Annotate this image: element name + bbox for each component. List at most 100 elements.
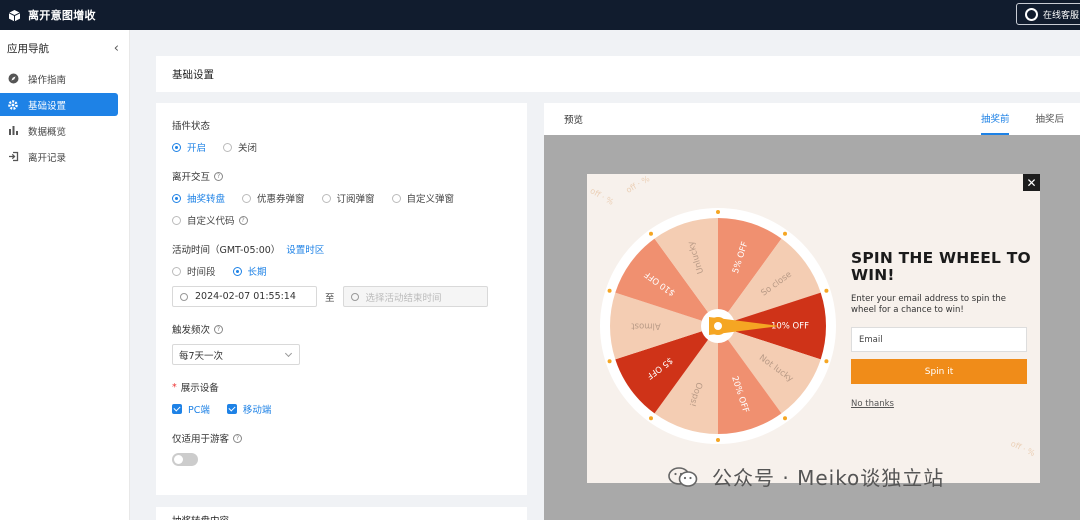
support-label: 在线客服 — [1043, 10, 1080, 21]
sidebar-item-data-overview[interactable]: 数据概览 — [0, 119, 118, 142]
start-date-input[interactable]: 2024-02-07 01:55:14 — [172, 286, 317, 307]
wheel-dot — [824, 359, 829, 364]
required-asterisk: * — [172, 381, 177, 393]
trigger-frequency-text: 触发频次 — [172, 325, 211, 336]
radio-icon — [223, 142, 233, 152]
start-date-value: 2024-02-07 01:55:14 — [195, 291, 296, 302]
option-label: 长期 — [247, 267, 267, 278]
gear-icon — [7, 99, 19, 111]
preview-label: 预览 — [564, 115, 584, 126]
next-section-title: 抽奖转盘内容 — [156, 507, 527, 520]
option-label: 移动端 — [242, 405, 272, 416]
guest-only-group: 仅适用于游客? — [172, 431, 511, 466]
tab-after-draw[interactable]: 抽奖后 — [1035, 103, 1064, 135]
wheel-dot — [824, 288, 829, 293]
email-input[interactable]: Email — [851, 327, 1027, 352]
option-label: 订阅弹窗 — [336, 194, 375, 205]
option-label: 开启 — [187, 143, 207, 154]
sidebar-item-guide[interactable]: 操作指南 — [0, 67, 118, 90]
no-thanks-link[interactable]: No thanks — [851, 399, 894, 409]
radio-icon — [391, 193, 401, 203]
prize-wheel[interactable]: 5% OFFSo close10% OFFNot lucky20% OFFOop… — [598, 206, 838, 446]
settings-card: 插件状态 开启 关闭 离开交互? 抽奖转盘 优惠券弹窗 订阅弹窗 自定义弹窗 自… — [156, 103, 527, 495]
radio-lucky-wheel[interactable]: 抽奖转盘 — [172, 191, 225, 205]
guest-only-toggle[interactable] — [172, 453, 198, 466]
wheel-dot — [783, 416, 788, 421]
option-label: 自定义代码 — [187, 216, 235, 227]
option-label: 自定义弹窗 — [406, 194, 455, 205]
radio-coupon-popup[interactable]: 优惠券弹窗 — [242, 191, 305, 205]
clock-icon — [180, 292, 188, 301]
sidebar-item-label: 操作指南 — [28, 74, 67, 86]
sidebar-item-label: 基础设置 — [28, 100, 67, 112]
radio-long-term[interactable]: 长期 — [232, 264, 267, 278]
page-title: 基础设置 — [156, 56, 1080, 92]
exit-interaction-text: 离开交互 — [172, 172, 211, 183]
online-support-button[interactable]: 在线客服 — [1016, 3, 1080, 25]
option-label: 优惠券弹窗 — [257, 194, 305, 205]
radio-plugin-off[interactable]: 关闭 — [223, 140, 257, 154]
radio-selected-icon — [232, 266, 242, 276]
help-icon[interactable]: ? — [238, 215, 248, 225]
radio-icon — [242, 193, 252, 203]
radio-plugin-on[interactable]: 开启 — [172, 140, 206, 154]
preview-card: 预览 抽奖前 抽奖后 off · % off · % off · % ✕ 5% … — [544, 103, 1080, 520]
wheel-dot — [607, 359, 612, 364]
end-date-input[interactable]: 选择活动结束时间 — [342, 286, 488, 307]
preview-tabs: 抽奖前 抽奖后 — [955, 103, 1064, 135]
checkbox-pc[interactable]: PC端 — [172, 402, 210, 416]
tab-before-draw[interactable]: 抽奖前 — [980, 103, 1010, 135]
close-icon[interactable]: ✕ — [1023, 174, 1040, 191]
radio-custom-code[interactable]: 自定义代码? — [172, 213, 248, 227]
radio-custom-popup[interactable]: 自定义弹窗 — [391, 191, 455, 205]
compass-icon — [7, 73, 19, 85]
plugin-status-label: 插件状态 — [172, 121, 211, 132]
wheel-dot — [783, 231, 788, 236]
radio-subscribe-popup[interactable]: 订阅弹窗 — [321, 191, 375, 205]
radio-time-range[interactable]: 时间段 — [172, 264, 216, 278]
exit-interaction-label: 离开交互? — [172, 169, 511, 183]
top-bar: 离开意图增收 在线客服 — [0, 0, 1080, 30]
help-icon[interactable]: ? — [214, 171, 224, 181]
checkbox-checked-icon — [172, 404, 182, 414]
spin-button[interactable]: Spin it — [851, 359, 1027, 384]
wheel-dot — [607, 288, 612, 293]
activity-time-text: 活动时间（GMT-05:00） — [172, 245, 281, 256]
date-separator: 至 — [325, 292, 335, 304]
sidebar-header: 应用导航 ‹ — [0, 30, 129, 66]
plugin-status-group: 插件状态 开启 关闭 — [172, 118, 511, 154]
guest-only-label: 仅适用于游客? — [172, 431, 511, 445]
option-label: 时间段 — [187, 267, 216, 278]
sidebar: 应用导航 ‹ 操作指南 基础设置 数据概览 离开记录 — [0, 30, 130, 520]
checkbox-mobile[interactable]: 移动端 — [226, 402, 272, 416]
bar-chart-icon — [7, 125, 19, 137]
end-date-placeholder: 选择活动结束时间 — [365, 292, 442, 304]
clock-icon — [350, 292, 359, 301]
set-timezone-link[interactable]: 设置时区 — [286, 242, 324, 256]
trigger-frequency-group: 触发频次? 每7天一次 — [172, 322, 511, 365]
wheel-center-dot — [714, 322, 722, 330]
decor-text: off · % — [624, 174, 652, 195]
exit-icon — [7, 151, 19, 163]
decor-text: off · % — [588, 186, 616, 207]
preview-header: 预览 抽奖前 抽奖后 — [544, 103, 1080, 135]
activity-time-group: 活动时间（GMT-05:00） 设置时区 时间段 长期 2024-02-07 01… — [172, 242, 511, 307]
wheel-segment-label: 10% OFF — [771, 322, 809, 332]
frequency-select[interactable]: 每7天一次 — [172, 344, 300, 365]
watermark: 公众号 · Meiko谈独立站 — [668, 462, 944, 491]
radio-icon — [172, 215, 181, 225]
collapse-chevron-icon[interactable]: ‹ — [114, 41, 119, 56]
radio-icon — [321, 193, 331, 203]
trigger-frequency-label: 触发频次? — [172, 322, 511, 336]
frequency-value: 每7天一次 — [179, 350, 224, 362]
help-icon[interactable]: ? — [233, 433, 243, 443]
help-icon[interactable]: ? — [214, 324, 224, 334]
sidebar-item-basic-settings[interactable]: 基础设置 — [0, 93, 118, 116]
display-devices-group: * 展示设备 PC端 移动端 — [172, 380, 511, 416]
wheel-dot — [716, 210, 720, 214]
sidebar-heading: 应用导航 — [7, 42, 49, 55]
option-label: PC端 — [188, 405, 210, 416]
sidebar-item-exit-records[interactable]: 离开记录 — [0, 145, 118, 168]
sidebar-item-label: 数据概览 — [28, 126, 67, 138]
option-label: 关闭 — [238, 143, 258, 154]
